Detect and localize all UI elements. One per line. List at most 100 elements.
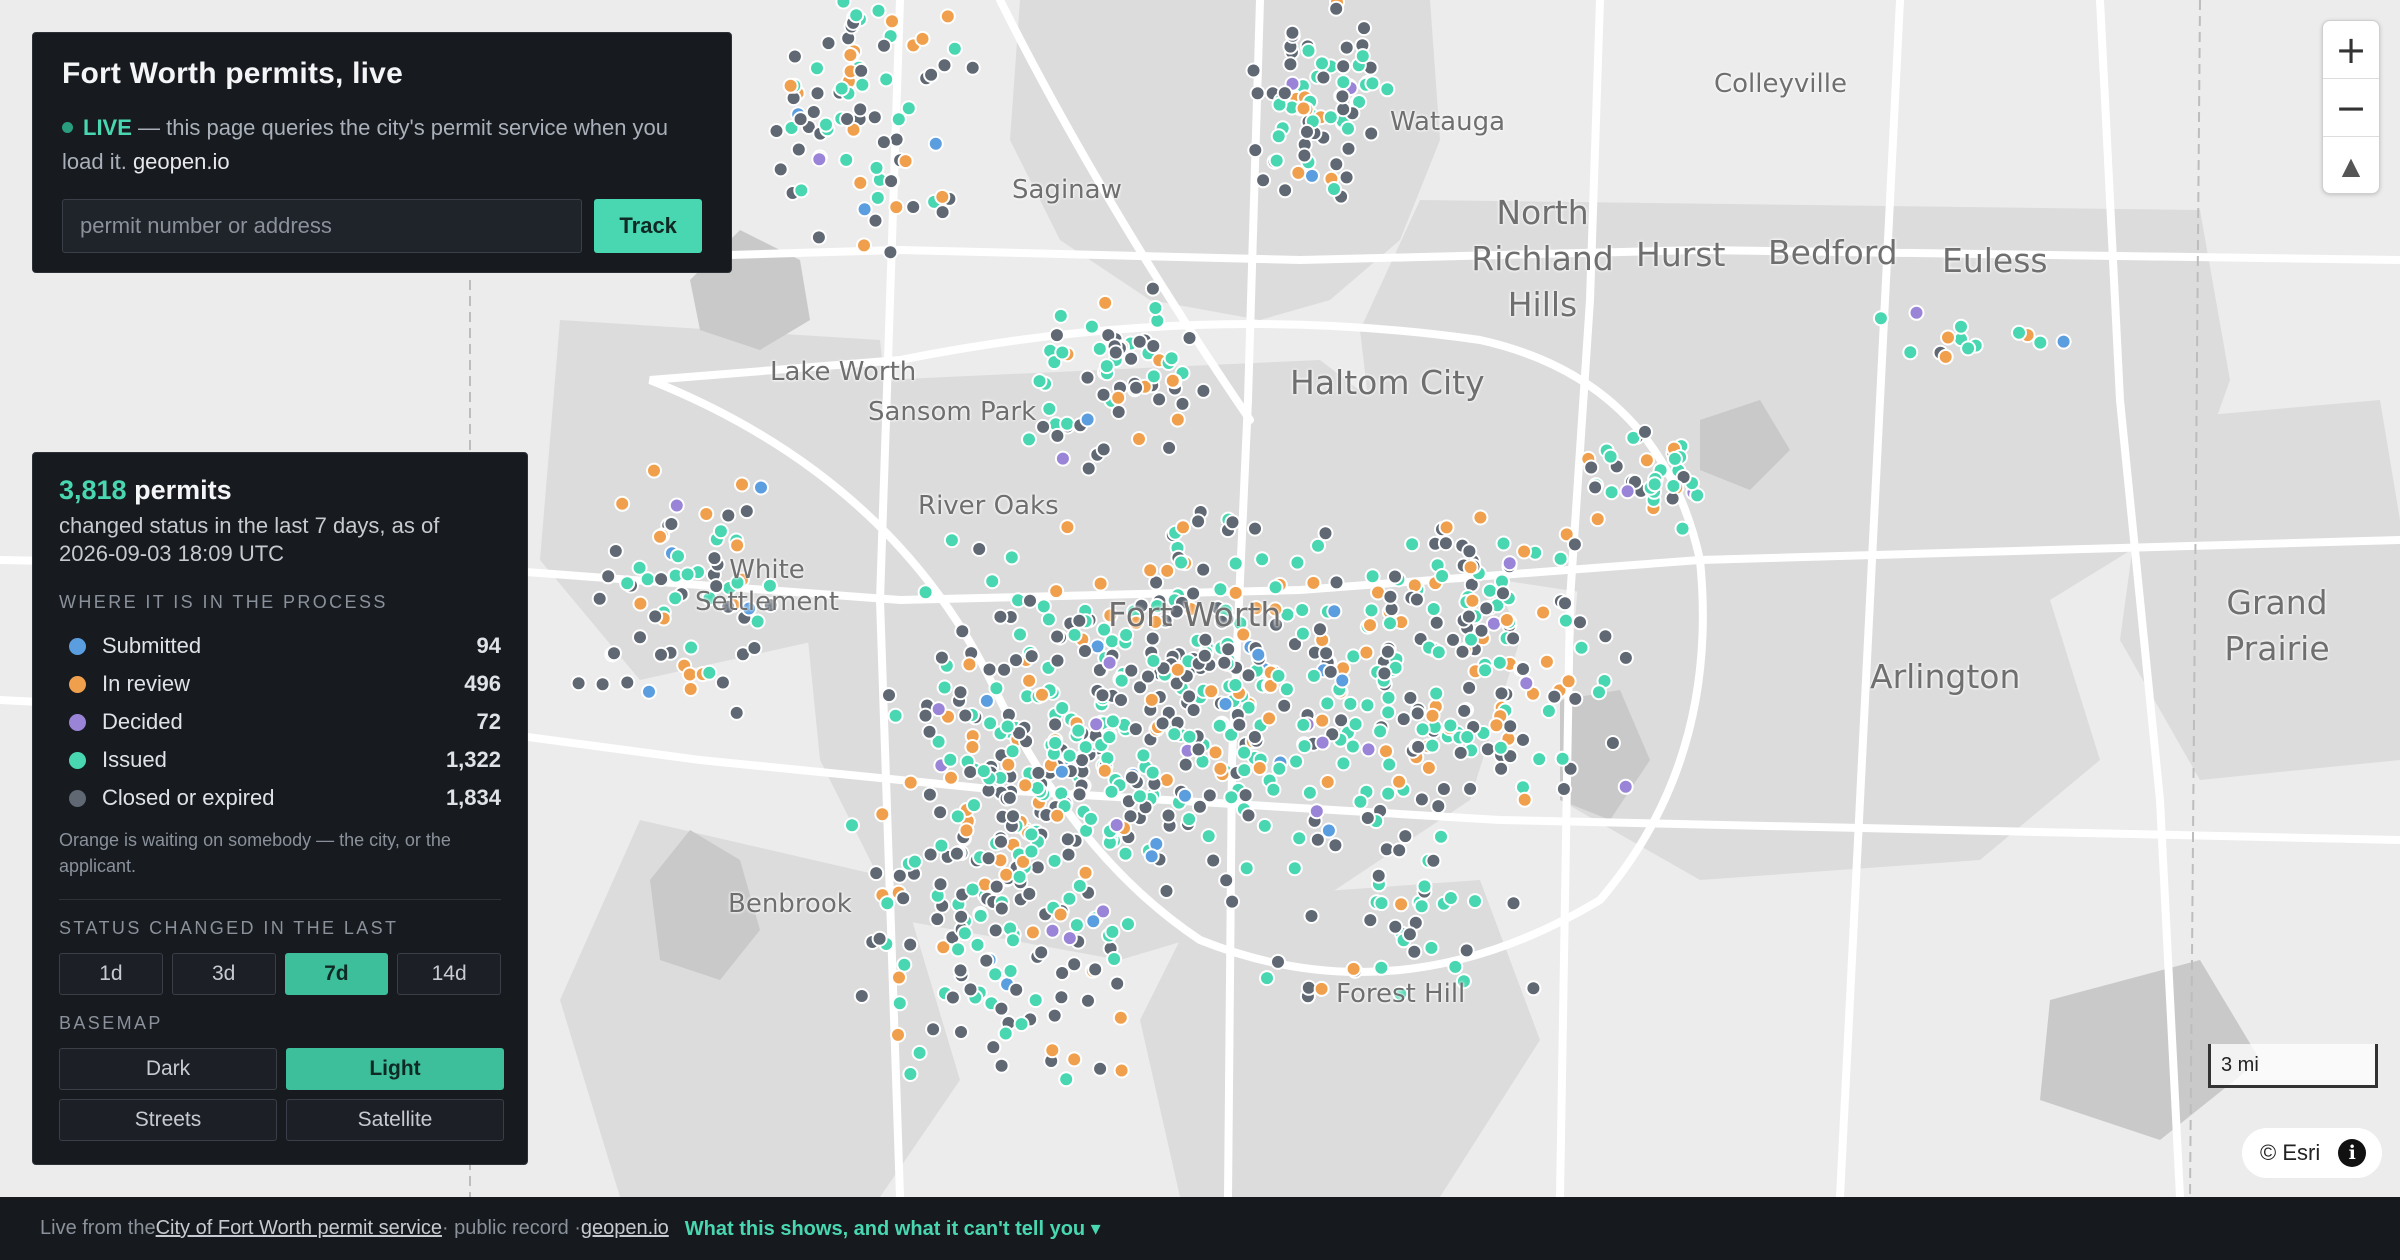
- permit-dot[interactable]: [1296, 147, 1313, 164]
- permit-dot[interactable]: [1379, 81, 1396, 98]
- permit-dot[interactable]: [1071, 877, 1088, 894]
- permit-dot[interactable]: [1149, 312, 1166, 329]
- permit-dot[interactable]: [1113, 672, 1130, 689]
- permit-dot[interactable]: [1356, 20, 1372, 37]
- permit-dot[interactable]: [1428, 685, 1445, 702]
- permit-dot[interactable]: [964, 881, 981, 898]
- permit-dot[interactable]: [1097, 294, 1114, 311]
- permit-dot[interactable]: [914, 30, 931, 47]
- permit-dot[interactable]: [1404, 536, 1421, 553]
- permit-dot[interactable]: [933, 837, 950, 854]
- permit-dot[interactable]: [890, 1026, 906, 1043]
- permit-dot[interactable]: [1143, 691, 1160, 708]
- permit-dot[interactable]: [1425, 852, 1442, 869]
- permit-dot[interactable]: [1552, 550, 1569, 567]
- permit-dot[interactable]: [1314, 712, 1331, 729]
- permit-dot[interactable]: [1516, 543, 1533, 560]
- permit-dot[interactable]: [1338, 169, 1355, 186]
- permit-dot[interactable]: [811, 151, 828, 168]
- permit-dot[interactable]: [870, 2, 887, 19]
- permit-dot[interactable]: [1066, 956, 1083, 973]
- permit-dot[interactable]: [1158, 883, 1175, 899]
- permit-dot[interactable]: [844, 817, 860, 834]
- permit-dot[interactable]: [1462, 559, 1479, 576]
- permit-dot[interactable]: [663, 516, 680, 532]
- permit-dot[interactable]: [1303, 908, 1320, 924]
- permit-dot[interactable]: [1391, 773, 1408, 790]
- permit-dot[interactable]: [1177, 787, 1193, 804]
- permit-dot[interactable]: [1284, 24, 1301, 41]
- permit-dot[interactable]: [1328, 0, 1345, 17]
- permit-dot[interactable]: [1430, 644, 1447, 661]
- permit-dot[interactable]: [1143, 848, 1160, 865]
- permit-dot[interactable]: [1181, 811, 1198, 828]
- permit-dot[interactable]: [1276, 85, 1293, 102]
- permit-dot[interactable]: [1251, 760, 1268, 776]
- permit-dot[interactable]: [1181, 688, 1198, 705]
- permit-dot[interactable]: [1294, 602, 1311, 618]
- permit-dot[interactable]: [1077, 643, 1093, 659]
- permit-dot[interactable]: [1434, 568, 1451, 584]
- permit-dot[interactable]: [953, 908, 970, 925]
- permit-dot[interactable]: [1359, 697, 1376, 714]
- permit-dot[interactable]: [848, 7, 865, 24]
- permit-dot[interactable]: [874, 806, 891, 823]
- permit-dot[interactable]: [1458, 942, 1475, 959]
- info-icon[interactable]: i: [2338, 1139, 2367, 1167]
- permit-dot[interactable]: [1054, 450, 1071, 467]
- permit-dot[interactable]: [1387, 568, 1403, 585]
- permit-dot[interactable]: [810, 229, 827, 246]
- permit-dot[interactable]: [1317, 525, 1334, 542]
- permit-dot[interactable]: [1238, 860, 1255, 877]
- permit-dot[interactable]: [975, 763, 992, 780]
- permit-dot[interactable]: [1163, 350, 1180, 367]
- permit-dot[interactable]: [1108, 817, 1125, 833]
- permit-dot[interactable]: [1397, 828, 1414, 845]
- permit-dot[interactable]: [2055, 333, 2072, 350]
- permit-dot[interactable]: [594, 676, 611, 693]
- permit-dot[interactable]: [936, 679, 953, 696]
- zoom-out-button[interactable]: −: [2323, 79, 2379, 137]
- permit-dot[interactable]: [1318, 645, 1335, 662]
- permit-dot[interactable]: [1872, 310, 1889, 327]
- permit-dot[interactable]: [1583, 459, 1600, 476]
- permit-dot[interactable]: [1110, 404, 1127, 420]
- track-button[interactable]: Track: [594, 199, 702, 253]
- permit-dot[interactable]: [890, 111, 907, 128]
- permit-dot[interactable]: [653, 646, 669, 663]
- permit-dot[interactable]: [652, 528, 668, 545]
- permit-dot[interactable]: [1326, 603, 1343, 620]
- permit-dot[interactable]: [838, 151, 855, 168]
- permit-dot[interactable]: [1326, 181, 1342, 197]
- permit-dot[interactable]: [1023, 826, 1040, 843]
- permit-dot[interactable]: [632, 629, 648, 646]
- permit-dot[interactable]: [714, 674, 731, 691]
- permit-dot[interactable]: [1296, 738, 1313, 755]
- permit-dot[interactable]: [921, 723, 938, 740]
- permit-dot[interactable]: [1314, 55, 1330, 72]
- permit-dot[interactable]: [1094, 687, 1111, 704]
- permit-dot[interactable]: [809, 85, 826, 102]
- permit-dot[interactable]: [1101, 729, 1118, 746]
- permit-dot[interactable]: [876, 37, 892, 54]
- permit-dot[interactable]: [1408, 591, 1425, 608]
- permit-dot[interactable]: [878, 71, 895, 88]
- permit-dot[interactable]: [1049, 807, 1066, 824]
- permit-dot[interactable]: [852, 101, 869, 118]
- permit-dot[interactable]: [1370, 867, 1387, 884]
- permit-dot[interactable]: [753, 479, 769, 496]
- permit-dot[interactable]: [1175, 519, 1191, 536]
- permit-dot[interactable]: [1040, 611, 1057, 628]
- permit-dot[interactable]: [998, 866, 1015, 883]
- permit-dot[interactable]: [1013, 1016, 1030, 1033]
- permit-dot[interactable]: [969, 936, 986, 953]
- permit-dot[interactable]: [953, 1024, 969, 1040]
- permit-dot[interactable]: [1096, 762, 1113, 779]
- permit-dot[interactable]: [962, 981, 979, 998]
- permit-dot[interactable]: [952, 962, 969, 979]
- permit-dot[interactable]: [1424, 707, 1441, 724]
- permit-dot[interactable]: [729, 537, 746, 554]
- permit-dot[interactable]: [1319, 695, 1336, 712]
- permit-dot[interactable]: [1493, 760, 1510, 777]
- permit-dot[interactable]: [1023, 648, 1040, 665]
